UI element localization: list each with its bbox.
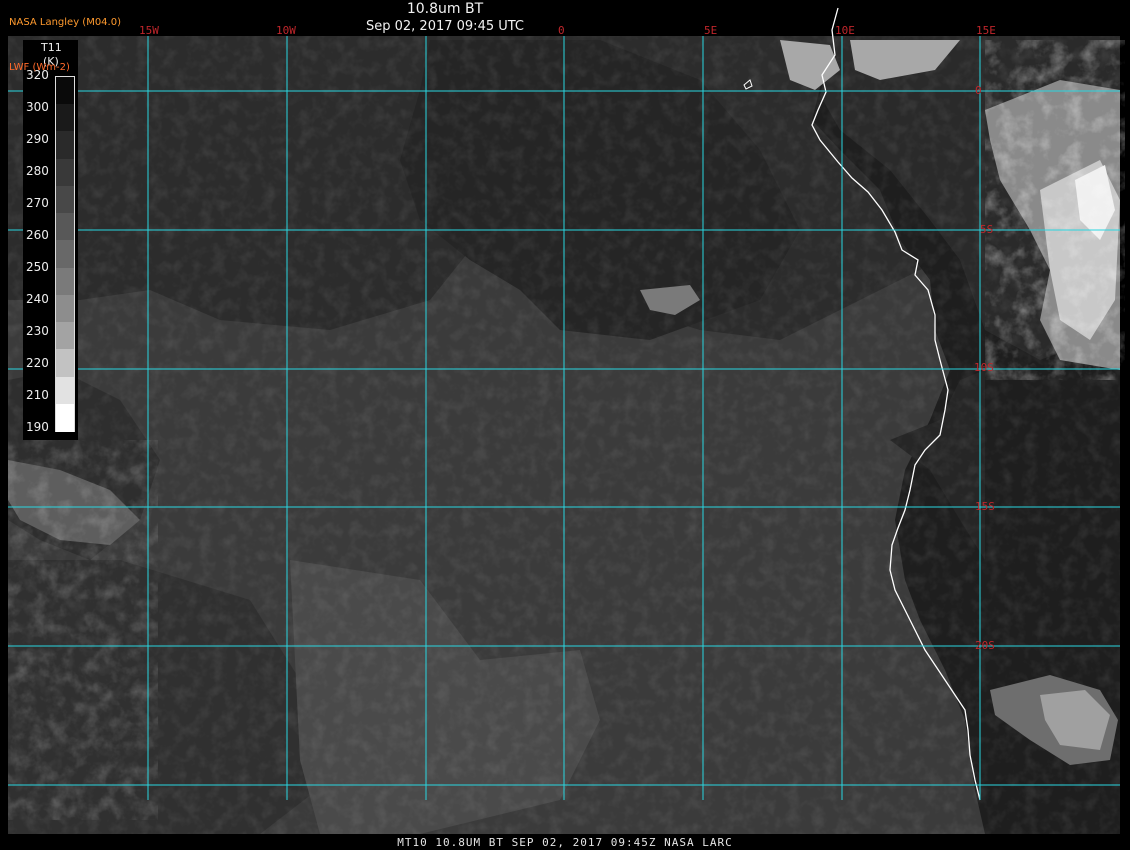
lat-label-10s: 10S xyxy=(974,361,994,374)
legend-tick-label: 280 xyxy=(26,164,49,178)
legend-color-segment xyxy=(56,104,74,133)
legend-tick-label: 210 xyxy=(26,388,49,402)
legend-tick-label: 240 xyxy=(26,292,49,306)
legend-tick-label: 260 xyxy=(26,228,49,242)
legend-color-segment xyxy=(56,213,74,242)
legend-tick-label: 290 xyxy=(26,132,49,146)
lwf-label: LWF (Wm-2) xyxy=(9,62,70,73)
legend-color-segment xyxy=(56,376,74,405)
legend-color-segment xyxy=(56,185,74,214)
legend-tick-label: 230 xyxy=(26,324,49,338)
image-title: 10.8um BT xyxy=(406,1,484,17)
lat-label-20s: 20S xyxy=(975,639,995,652)
image-datetime: Sep 02, 2017 09:45 UTC xyxy=(365,19,525,34)
color-legend: T11 (K) 320 300 290 280 270 260 250 240 230 220 21… xyxy=(23,40,78,440)
legend-tick-label: 270 xyxy=(26,196,49,210)
legend-variable: T11 xyxy=(41,41,62,54)
legend-tick-label: 300 xyxy=(26,100,49,114)
lat-label-15s: 15S xyxy=(975,500,995,513)
legend-color-segment xyxy=(56,294,74,323)
legend-color-segment xyxy=(56,158,74,187)
legend-colorbar xyxy=(55,76,75,432)
credit-label: NASA Langley (M04.0) xyxy=(9,17,121,28)
legend-color-segment xyxy=(56,240,74,269)
footer-text: MT10 10.8UM BT SEP 02, 2017 09:45Z NASA … xyxy=(397,836,733,849)
lat-label-5s: 5S xyxy=(980,223,994,236)
legend-tick-label: 220 xyxy=(26,356,49,370)
lon-label-15w: 15W xyxy=(139,24,159,37)
satellite-image xyxy=(8,7,1125,834)
legend-tick-label: 190 xyxy=(26,420,49,434)
legend-color-segment xyxy=(56,349,74,378)
lon-label-5e: 5E xyxy=(704,24,718,37)
lon-label-0: 0 xyxy=(558,24,565,37)
lon-label-10w: 10W xyxy=(276,24,296,37)
legend-color-segment xyxy=(56,403,74,432)
lon-label-15e: 15E xyxy=(976,24,996,37)
lon-label-10e: 10E xyxy=(835,24,855,37)
legend-color-segment xyxy=(56,267,74,296)
lat-label-0: 0 xyxy=(975,84,982,97)
legend-color-segment xyxy=(56,77,74,105)
legend-color-segment xyxy=(56,322,74,351)
legend-color-segment xyxy=(56,131,74,160)
legend-tick-label: 250 xyxy=(26,260,49,274)
